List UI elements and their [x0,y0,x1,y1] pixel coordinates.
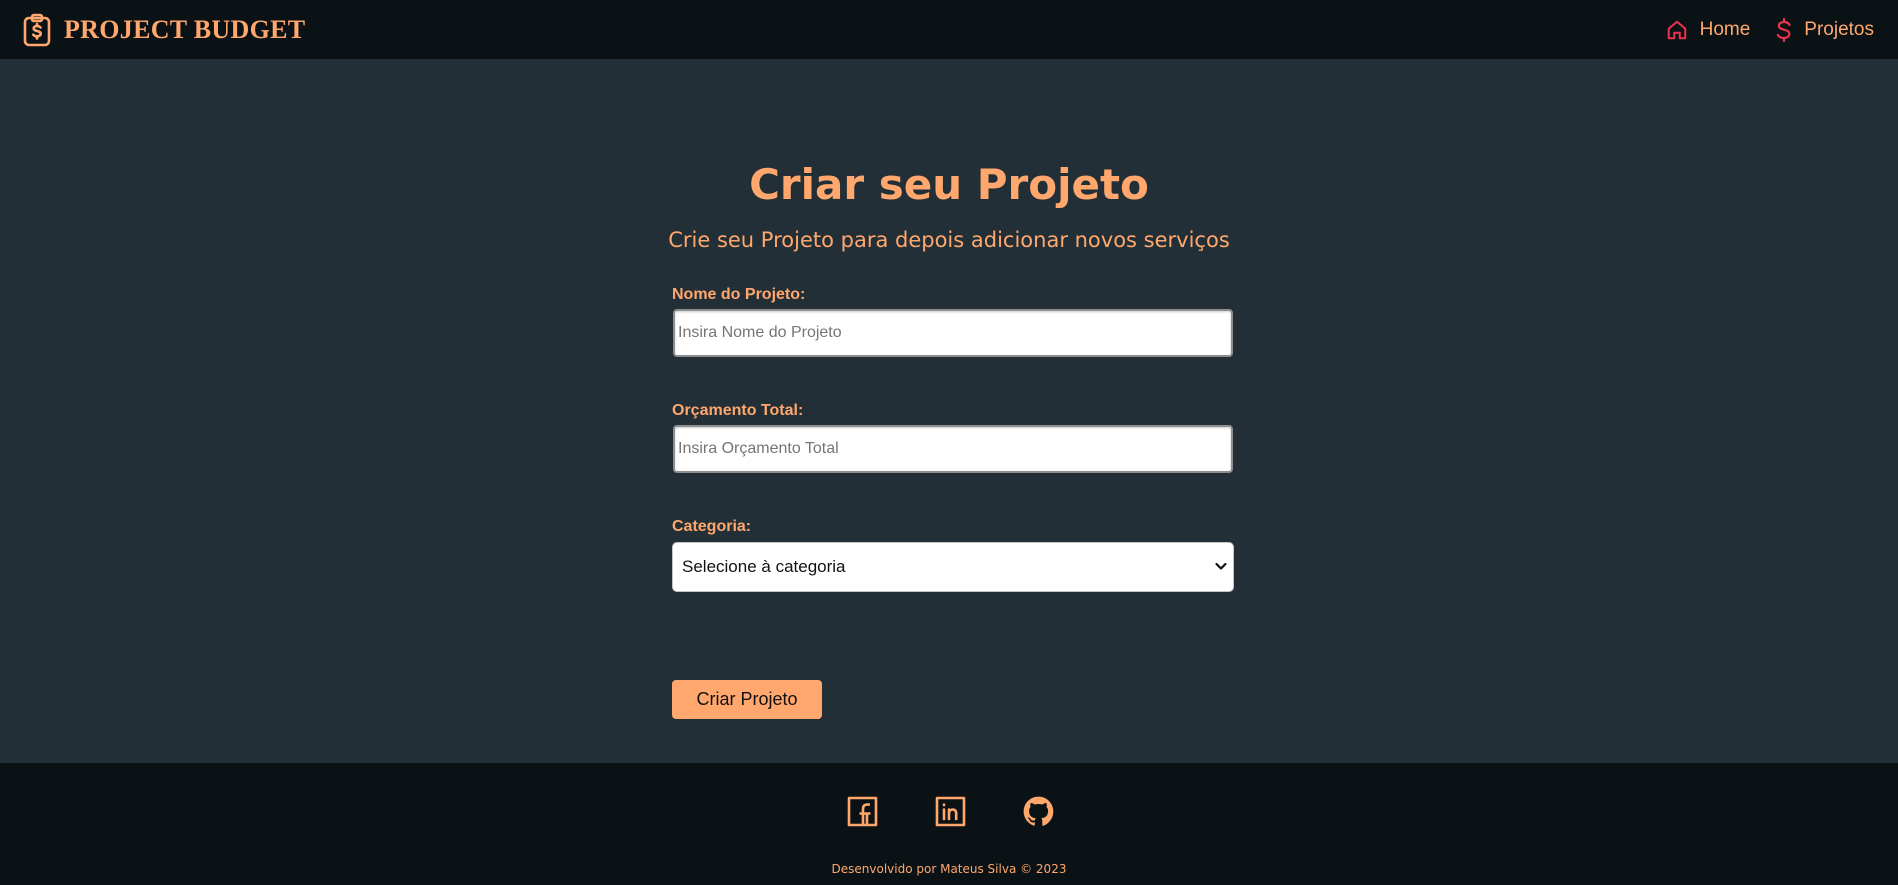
page-subtitle: Crie seu Projeto para depois adicionar n… [668,228,1230,252]
page-title: Criar seu Projeto [749,160,1149,209]
github-icon[interactable] [1023,796,1054,827]
nav-home-link[interactable]: Home [1666,18,1751,41]
linkedin-icon[interactable] [935,796,966,827]
budget-label: Orçamento Total: [672,402,804,419]
category-select[interactable]: Selecione à categoria [672,542,1234,592]
footer: Desenvolvido por Mateus Silva © 2023 [0,763,1898,885]
home-icon [1666,19,1688,41]
project-name-label: Nome do Projeto: [672,286,806,303]
brand-logo-link[interactable]: PROJECT BUDGET [22,13,305,47]
project-name-input[interactable] [673,309,1233,357]
nav-links: Home Projetos [1666,17,1876,42]
dollar-icon [1776,17,1792,42]
social-links [0,796,1898,827]
category-label: Categoria: [672,518,752,535]
main-content: Criar seu Projeto Crie seu Projeto para … [0,59,1898,763]
nav-projetos-link[interactable]: Projetos [1776,17,1874,42]
navbar: PROJECT BUDGET Home Projetos [0,0,1898,59]
budget-field-group: Orçamento Total: [672,402,1234,518]
clipboard-dollar-icon [22,13,52,47]
brand-name: PROJECT BUDGET [64,14,306,44]
nav-projetos-label: Projetos [1804,18,1874,40]
facebook-icon[interactable] [847,796,878,827]
budget-input[interactable] [673,425,1233,473]
create-project-form: Nome do Projeto: Orçamento Total: Catego… [672,286,1234,719]
create-project-button[interactable]: Criar Projeto [672,680,822,719]
category-field-group: Categoria: Selecione à categoria [672,518,1234,634]
category-selected-value: Selecione à categoria [682,557,846,576]
project-name-field-group: Nome do Projeto: [672,286,1234,402]
nav-home-label: Home [1699,18,1751,40]
chevron-down-icon [1214,559,1228,578]
copyright-text: Desenvolvido por Mateus Silva © 2023 [831,862,1067,876]
